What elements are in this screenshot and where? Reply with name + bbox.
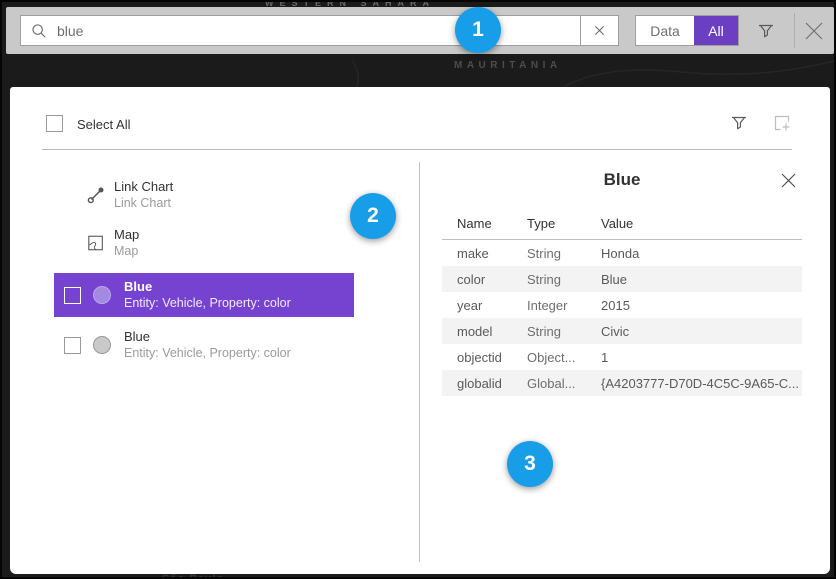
result-subtitle: Map (114, 243, 139, 259)
filter-icon[interactable] (755, 20, 777, 42)
result-blue[interactable]: Blue Entity: Vehicle, Property: color (54, 323, 354, 367)
cell-value: 1 (601, 350, 802, 365)
result-text: Blue Entity: Vehicle, Property: color (124, 279, 291, 311)
result-title: Link Chart (114, 179, 173, 195)
search-results-panel: Select All Link Chart Link Chart (10, 87, 830, 574)
panel-divider (419, 162, 420, 562)
scope-option-data[interactable]: Data (636, 16, 694, 45)
result-title: Blue (124, 329, 291, 345)
result-title: Blue (124, 279, 291, 295)
search-icon (21, 23, 57, 39)
detail-close-icon[interactable] (778, 170, 798, 190)
header-value: Value (601, 216, 802, 231)
entity-dot-icon (93, 286, 111, 304)
callout-badge-1: 1 (455, 7, 501, 53)
cell-value: Civic (601, 324, 802, 339)
link-chart-icon (86, 185, 106, 205)
cell-value: {A4203777-D70D-4C5C-9A65-C... (601, 376, 802, 391)
search-scope-toggle: Data All (635, 15, 739, 46)
result-subtitle: Entity: Vehicle, Property: color (124, 345, 291, 361)
search-toolbar: Data All (6, 7, 834, 54)
callout-badge-3: 3 (507, 441, 553, 487)
table-row: globalid Global... {A4203777-D70D-4C5C-9… (442, 370, 802, 396)
cell-type: String (527, 272, 601, 287)
select-all-checkbox[interactable] (46, 115, 63, 132)
cell-name: year (457, 298, 527, 313)
result-checkbox[interactable] (64, 287, 81, 304)
result-title: Map (114, 227, 139, 243)
add-to-selection-icon[interactable] (770, 111, 794, 135)
detail-pane: Blue Name Type Value make String Honda c… (442, 162, 802, 562)
attribute-table: Name Type Value make String Honda color … (442, 208, 802, 396)
close-search-button[interactable] (801, 18, 827, 44)
table-row: objectid Object... 1 (442, 344, 802, 370)
map-icon (86, 234, 106, 252)
table-row: year Integer 2015 (442, 292, 802, 318)
cell-name: model (457, 324, 527, 339)
result-subtitle: Entity: Vehicle, Property: color (124, 295, 291, 311)
cell-value: Honda (601, 246, 802, 261)
cell-name: color (457, 272, 527, 287)
cell-name: make (457, 246, 527, 261)
header-type: Type (527, 216, 601, 231)
table-row: color String Blue (442, 266, 802, 292)
cell-type: Global... (527, 376, 601, 391)
cell-type: Integer (527, 298, 601, 313)
toolbar-divider (794, 13, 795, 48)
result-text: Map Map (114, 227, 139, 259)
table-row: make String Honda (442, 240, 802, 266)
result-subtitle: Link Chart (114, 195, 173, 211)
header-name: Name (457, 216, 527, 231)
scope-option-all[interactable]: All (694, 16, 738, 45)
select-all-label: Select All (77, 117, 130, 132)
results-filter-icon[interactable] (728, 111, 750, 135)
cell-name: objectid (457, 350, 527, 365)
attribute-table-header: Name Type Value (442, 208, 802, 240)
cell-value: Blue (601, 272, 802, 287)
detail-title: Blue (442, 162, 802, 190)
cell-name: globalid (457, 376, 527, 391)
header-divider (42, 149, 792, 150)
search-box (20, 15, 619, 46)
callout-badge-2: 2 (350, 193, 396, 239)
result-checkbox[interactable] (64, 337, 81, 354)
app-window: WESTERN SAHARA MAURITANIA São Paulo Data… (0, 0, 836, 579)
result-text: Blue Entity: Vehicle, Property: color (124, 329, 291, 361)
cell-type: String (527, 246, 601, 261)
results-header: Select All (10, 87, 830, 149)
map-label-mauritania: MAURITANIA (454, 60, 562, 71)
clear-search-button[interactable] (580, 16, 618, 45)
search-input[interactable] (57, 16, 580, 45)
cell-type: String (527, 324, 601, 339)
cell-value: 2015 (601, 298, 802, 313)
table-row: model String Civic (442, 318, 802, 344)
result-blue-selected[interactable]: Blue Entity: Vehicle, Property: color (54, 273, 354, 317)
map-boundary-lines (2, 54, 836, 88)
cell-type: Object... (527, 350, 601, 365)
entity-dot-icon (93, 336, 111, 354)
result-text: Link Chart Link Chart (114, 179, 173, 211)
